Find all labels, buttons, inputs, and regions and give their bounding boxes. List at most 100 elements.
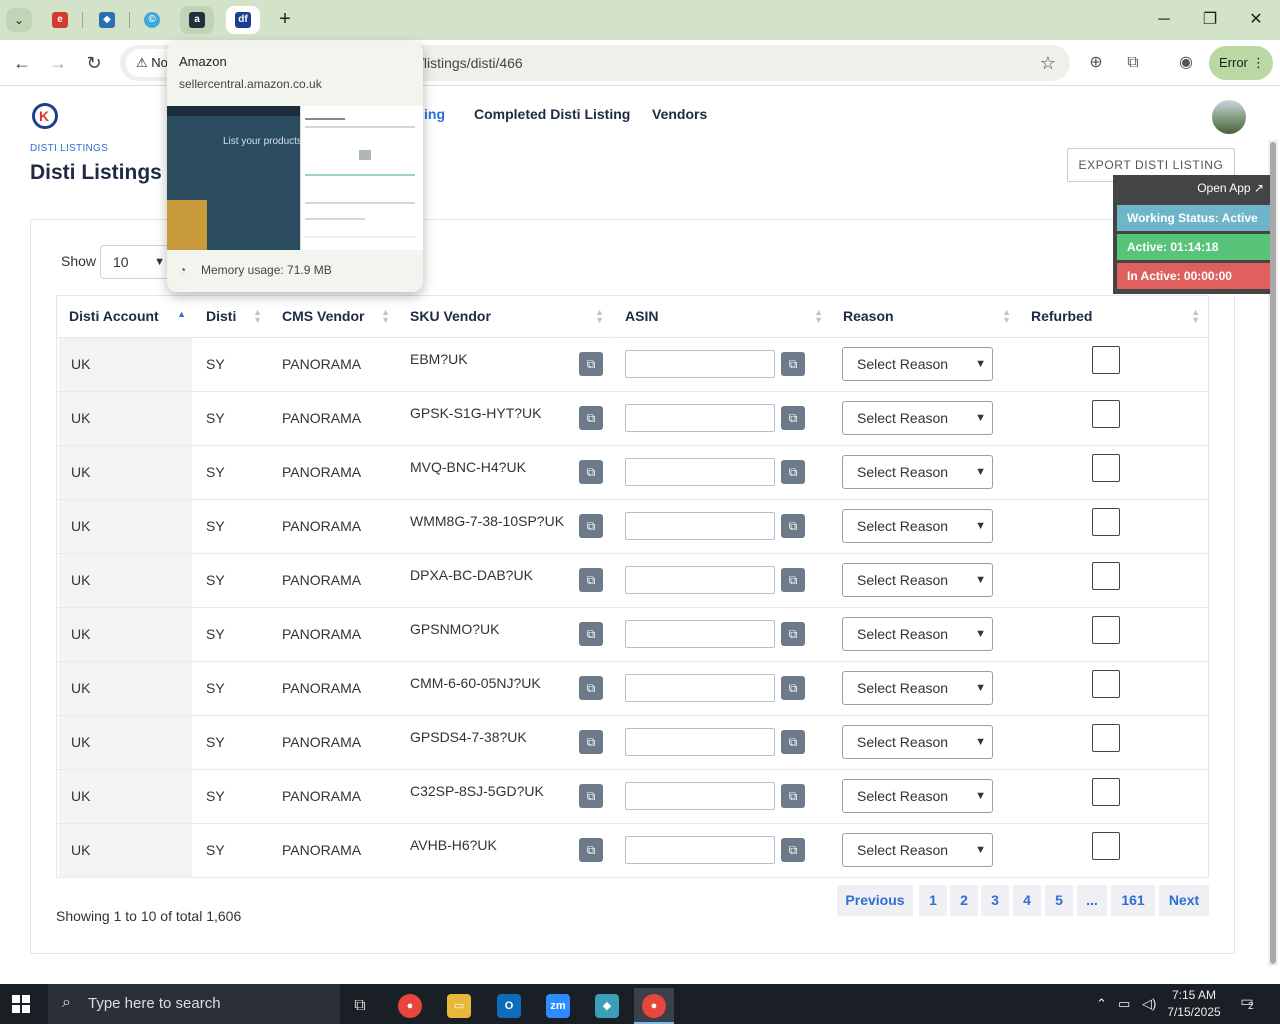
- outlook-icon[interactable]: O: [489, 988, 529, 1024]
- asin-input[interactable]: [625, 512, 775, 540]
- copy-asin-icon[interactable]: ⧉: [781, 730, 805, 754]
- copy-asin-icon[interactable]: ⧉: [781, 406, 805, 430]
- zoom-icon[interactable]: zm: [538, 988, 578, 1024]
- asin-input[interactable]: [625, 620, 775, 648]
- notifications-icon[interactable]: ▭ 2: [1236, 993, 1258, 1015]
- nav-completed-disti-listing[interactable]: Completed Disti Listing: [474, 87, 630, 141]
- copy-asin-icon[interactable]: ⧉: [781, 838, 805, 862]
- tab-amazon[interactable]: a: [180, 6, 214, 34]
- minimize-button[interactable]: ─: [1141, 6, 1187, 34]
- scrollbar-thumb[interactable]: [1270, 142, 1276, 964]
- page-161[interactable]: 161: [1111, 885, 1155, 916]
- copy-sku-icon[interactable]: ⧉: [579, 460, 603, 484]
- profile-error-button[interactable]: Error ⋮: [1209, 46, 1273, 80]
- pagination-next[interactable]: Next: [1159, 885, 1209, 916]
- page-5[interactable]: 5: [1045, 885, 1073, 916]
- asin-input[interactable]: [625, 350, 775, 378]
- copy-asin-icon[interactable]: ⧉: [781, 784, 805, 808]
- bookmark-star-icon[interactable]: ☆: [1040, 45, 1056, 81]
- task-view-icon[interactable]: ⧉: [340, 988, 380, 1024]
- reload-icon[interactable]: ↻: [80, 49, 108, 77]
- copy-sku-icon[interactable]: ⧉: [579, 568, 603, 592]
- column-header-asin[interactable]: ASIN ▲ ▼: [613, 296, 831, 338]
- refurbed-checkbox[interactable]: [1092, 400, 1120, 428]
- refurbed-checkbox[interactable]: [1092, 724, 1120, 752]
- copy-asin-icon[interactable]: ⧉: [781, 568, 805, 592]
- profile-icon[interactable]: ◉: [1175, 52, 1197, 74]
- reason-select[interactable]: Select Reason ▼: [842, 833, 993, 867]
- copy-asin-icon[interactable]: ⧉: [781, 460, 805, 484]
- refurbed-checkbox[interactable]: [1092, 670, 1120, 698]
- asin-input[interactable]: [625, 566, 775, 594]
- taskbar-search-box[interactable]: ⌕ Type here to search: [48, 984, 340, 1024]
- copy-sku-icon[interactable]: ⧉: [579, 784, 603, 808]
- brand-logo[interactable]: K: [32, 103, 58, 129]
- nav-disti-listing[interactable]: ing: [424, 87, 445, 141]
- refurbed-checkbox[interactable]: [1092, 508, 1120, 536]
- open-app-link[interactable]: Open App ↗: [1197, 181, 1264, 195]
- reason-select[interactable]: Select Reason ▼: [842, 455, 993, 489]
- file-explorer-icon[interactable]: ▭: [439, 988, 479, 1024]
- volume-icon[interactable]: ◁): [1142, 984, 1156, 1024]
- asin-input[interactable]: [625, 404, 775, 432]
- reason-select[interactable]: Select Reason ▼: [842, 671, 993, 705]
- column-header-sku-vendor[interactable]: SKU Vendor ▲ ▼: [398, 296, 612, 338]
- copy-sku-icon[interactable]: ⧉: [579, 730, 603, 754]
- network-icon[interactable]: ▭: [1118, 984, 1130, 1024]
- windows-start-icon[interactable]: [8, 992, 36, 1016]
- copy-sku-icon[interactable]: ⧉: [579, 352, 603, 376]
- copy-asin-icon[interactable]: ⧉: [781, 352, 805, 376]
- refurbed-checkbox[interactable]: [1092, 454, 1120, 482]
- copy-sku-icon[interactable]: ⧉: [579, 838, 603, 862]
- tab-exchange[interactable]: e: [43, 6, 77, 34]
- tab-c[interactable]: ©: [135, 6, 169, 34]
- copy-sku-icon[interactable]: ⧉: [579, 406, 603, 430]
- forward-icon[interactable]: →: [44, 49, 72, 77]
- asin-input[interactable]: [625, 836, 775, 864]
- show-hidden-icons[interactable]: ⌃: [1096, 984, 1107, 1024]
- page-4[interactable]: 4: [1013, 885, 1041, 916]
- column-header-reason[interactable]: Reason ▲ ▼: [831, 296, 1019, 338]
- refurbed-checkbox[interactable]: [1092, 778, 1120, 806]
- refurbed-checkbox[interactable]: [1092, 616, 1120, 644]
- tab-edge[interactable]: ◆: [90, 6, 124, 34]
- reason-select[interactable]: Select Reason ▼: [842, 563, 993, 597]
- copy-sku-icon[interactable]: ⧉: [579, 514, 603, 538]
- page-3[interactable]: 3: [981, 885, 1009, 916]
- new-tab-button[interactable]: +: [274, 8, 296, 32]
- tab-search-icon[interactable]: ⌄: [6, 8, 32, 32]
- copy-asin-icon[interactable]: ⧉: [781, 622, 805, 646]
- column-header-cms-vendor[interactable]: CMS Vendor ▲ ▼: [270, 296, 398, 338]
- reason-select[interactable]: Select Reason ▼: [842, 617, 993, 651]
- translate-icon[interactable]: ⊕: [1085, 52, 1107, 74]
- page-2[interactable]: 2: [950, 885, 978, 916]
- copy-sku-icon[interactable]: ⧉: [579, 622, 603, 646]
- refurbed-checkbox[interactable]: [1092, 832, 1120, 860]
- avatar[interactable]: [1212, 100, 1246, 134]
- extensions-icon[interactable]: ⧉: [1122, 52, 1144, 74]
- reason-select[interactable]: Select Reason ▼: [842, 779, 993, 813]
- refurbed-checkbox[interactable]: [1092, 346, 1120, 374]
- asin-input[interactable]: [625, 728, 775, 756]
- back-icon[interactable]: ←: [8, 49, 36, 77]
- column-header-disti[interactable]: Disti ▲ ▼: [194, 296, 270, 338]
- page-1[interactable]: 1: [919, 885, 947, 916]
- asin-input[interactable]: [625, 782, 775, 810]
- chrome-icon[interactable]: ●: [390, 988, 430, 1024]
- asin-input[interactable]: [625, 674, 775, 702]
- breadcrumb[interactable]: DISTI LISTINGS: [30, 143, 108, 154]
- copy-asin-icon[interactable]: ⧉: [781, 676, 805, 700]
- reason-select[interactable]: Select Reason ▼: [842, 509, 993, 543]
- column-header-refurbed[interactable]: Refurbed ▲ ▼: [1019, 296, 1208, 338]
- nav-vendors[interactable]: Vendors: [652, 87, 707, 141]
- close-window-button[interactable]: ✕: [1233, 6, 1279, 34]
- copy-sku-icon[interactable]: ⧉: [579, 676, 603, 700]
- chrome-active-icon[interactable]: ●: [634, 988, 674, 1024]
- column-header-disti-account[interactable]: Disti Account ▲: [57, 296, 194, 338]
- pagination-previous[interactable]: Previous: [837, 885, 913, 916]
- refurbed-checkbox[interactable]: [1092, 562, 1120, 590]
- reason-select[interactable]: Select Reason ▼: [842, 725, 993, 759]
- asin-input[interactable]: [625, 458, 775, 486]
- reason-select[interactable]: Select Reason ▼: [842, 401, 993, 435]
- page-size-select[interactable]: 10 ▼: [100, 245, 170, 279]
